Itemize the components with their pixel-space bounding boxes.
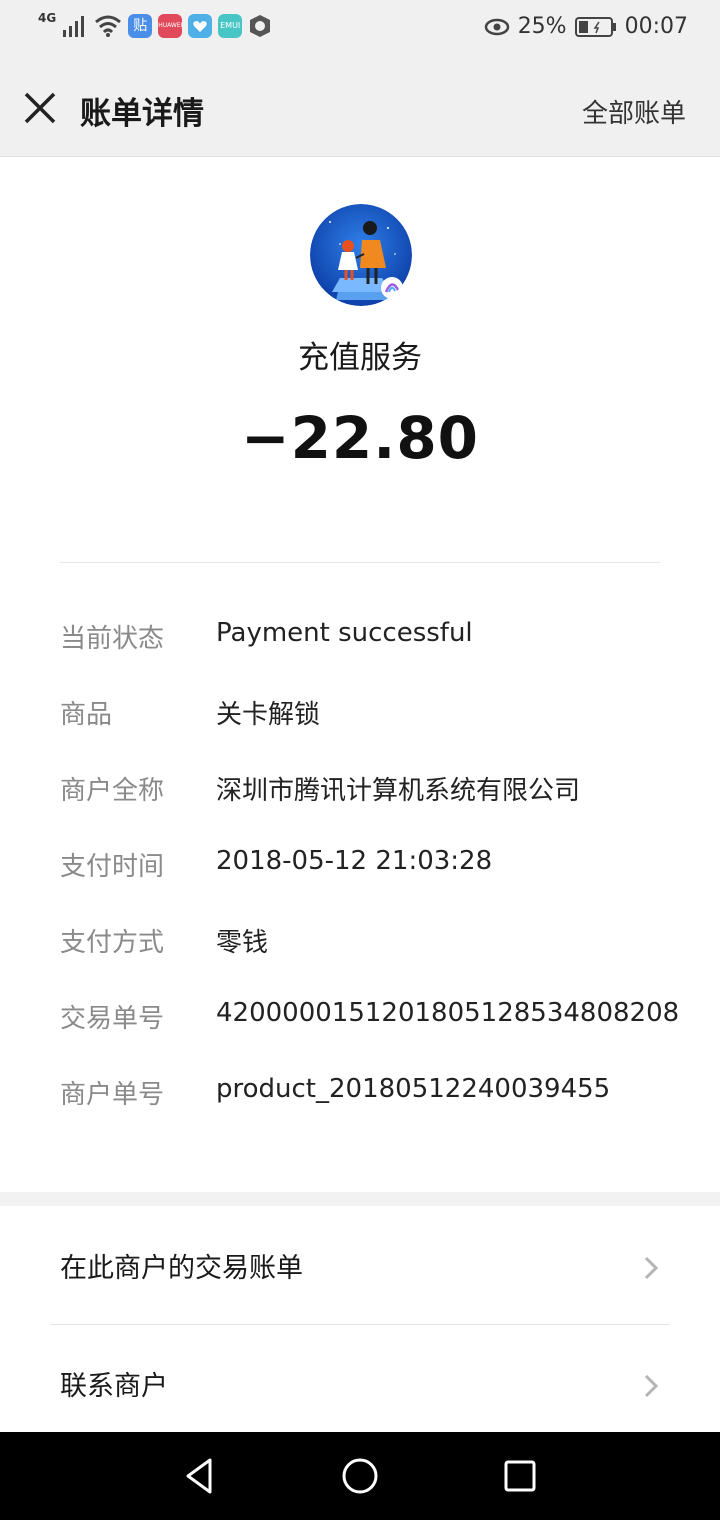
wifi-icon	[95, 15, 122, 37]
detail-label: 商户单号	[60, 1080, 165, 1110]
battery-percent: 25%	[517, 14, 567, 39]
chevron-right-icon	[644, 1374, 659, 1398]
detail-label: 当前状态	[60, 624, 165, 654]
detail-value: 零钱	[216, 928, 269, 958]
huawei-app-label: HUAWEI	[158, 22, 183, 29]
merchant-transactions-link[interactable]: 在此商户的交易账单	[0, 1208, 720, 1324]
shield-app-icon	[250, 15, 271, 37]
title-bar: 账单详情 全部账单	[0, 60, 720, 157]
detail-row-product: 商品 关卡解锁	[60, 688, 680, 764]
detail-label: 支付时间	[60, 852, 165, 882]
recents-square-icon[interactable]	[500, 1456, 540, 1496]
section-separator	[0, 1192, 720, 1206]
signal-icon	[63, 16, 85, 37]
eye-icon	[484, 18, 509, 35]
detail-value: 深圳市腾讯计算机系统有限公司	[216, 776, 581, 806]
tieba-app-icon: 贴	[128, 14, 153, 38]
summary-divider	[60, 562, 660, 563]
detail-row-pay-method: 支付方式 零钱	[60, 916, 680, 992]
page-title: 账单详情	[80, 96, 204, 132]
detail-list: 当前状态 Payment successful 商品 关卡解锁 商户全称 深圳市…	[60, 612, 680, 1144]
detail-label: 商品	[60, 700, 113, 730]
system-nav-bar	[0, 1432, 720, 1520]
detail-value: 2018-05-12 21:03:28	[216, 846, 493, 876]
detail-label: 商户全称	[60, 776, 165, 806]
all-bills-link[interactable]: 全部账单	[582, 93, 686, 130]
huawei-app-icon: HUAWEI	[158, 14, 182, 38]
merchant-logo-avatar	[310, 204, 412, 306]
detail-value: 关卡解锁	[216, 700, 321, 730]
detail-label: 交易单号	[60, 1004, 165, 1034]
network-type: 4G	[38, 11, 57, 25]
detail-value[interactable]: product_20180512240039455	[216, 1074, 610, 1104]
chevron-right-icon	[644, 1256, 659, 1280]
clock: 00:07	[624, 14, 688, 39]
battery-icon	[574, 16, 616, 37]
detail-row-pay-time: 支付时间 2018-05-12 21:03:28	[60, 840, 680, 916]
merchant-name: 充值服务	[298, 340, 422, 376]
detail-row-merchant-order-id: 商户单号 product_20180512240039455	[60, 1068, 680, 1144]
detail-value: Payment successful	[216, 618, 473, 648]
transaction-amount: −22.80	[240, 404, 480, 472]
detail-label: 支付方式	[60, 928, 165, 958]
detail-row-transaction-id: 交易单号 4200000151201805128534808208	[60, 992, 680, 1068]
back-triangle-icon[interactable]	[180, 1456, 220, 1496]
detail-value[interactable]: 4200000151201805128534808208	[216, 998, 679, 1028]
detail-row-merchant-fullname: 商户全称 深圳市腾讯计算机系统有限公司	[60, 764, 680, 840]
status-right: 25% 00:07	[484, 14, 688, 39]
link-label: 在此商户的交易账单	[60, 1253, 303, 1284]
link-divider	[50, 1324, 670, 1325]
contact-merchant-link[interactable]: 联系商户	[0, 1326, 720, 1442]
close-icon[interactable]	[22, 90, 58, 126]
heart-icon	[193, 21, 207, 32]
home-circle-icon[interactable]	[340, 1456, 380, 1496]
heart-app-icon	[188, 14, 213, 38]
status-left: 4G 贴 HUAWEI EMUI	[38, 11, 272, 38]
detail-row-status: 当前状态 Payment successful	[60, 612, 680, 688]
status-bar: 4G 贴 HUAWEI EMUI 25% 00:07	[0, 0, 720, 60]
emui-app-icon: EMUI	[218, 14, 243, 38]
link-label: 联系商户	[60, 1371, 168, 1402]
